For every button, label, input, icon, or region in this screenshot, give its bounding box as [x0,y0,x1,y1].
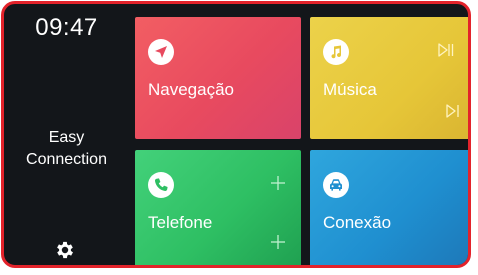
tile-telefone-label: Telefone [148,213,213,232]
navigation-arrow-icon [155,46,167,58]
tile-musica-label: Música [323,80,377,99]
car-icon [330,179,342,191]
music-icon-badge [323,39,349,65]
brand-line-2: Connection [26,151,107,168]
tile-telefone[interactable]: Telefone [135,150,301,265]
skip-next-icon [446,104,459,118]
phone-add-button-bottom[interactable] [269,233,287,251]
tile-navegacao[interactable]: Navegação [135,17,301,139]
phone-add-button-top[interactable] [269,174,287,192]
car-icon-badge [323,172,349,198]
tile-navegacao-label: Navegação [148,80,235,99]
tile-conexao-label: Conexão [323,213,392,232]
plus-icon [271,235,285,249]
settings-button[interactable] [54,239,76,261]
play-pause-button[interactable] [437,41,455,59]
tile-musica[interactable]: Música [310,17,468,139]
music-note-icon [331,45,342,59]
plus-icon [271,176,285,190]
brand-line-1: Easy [48,129,85,146]
app-frame: 09:47 Easy Connection Navegação Música T… [1,1,471,268]
sidebar: 09:47 Easy Connection [4,4,129,265]
phone-icon-badge [148,172,174,198]
play-pause-icon [438,43,454,57]
phone-icon [154,178,168,192]
brand-title: Easy Connection [4,127,129,171]
gear-icon [57,241,73,259]
next-track-button[interactable] [444,102,462,120]
clock: 09:47 [35,14,98,41]
tile-conexao[interactable]: Conexão [310,150,468,265]
navigation-icon-badge [148,39,174,65]
